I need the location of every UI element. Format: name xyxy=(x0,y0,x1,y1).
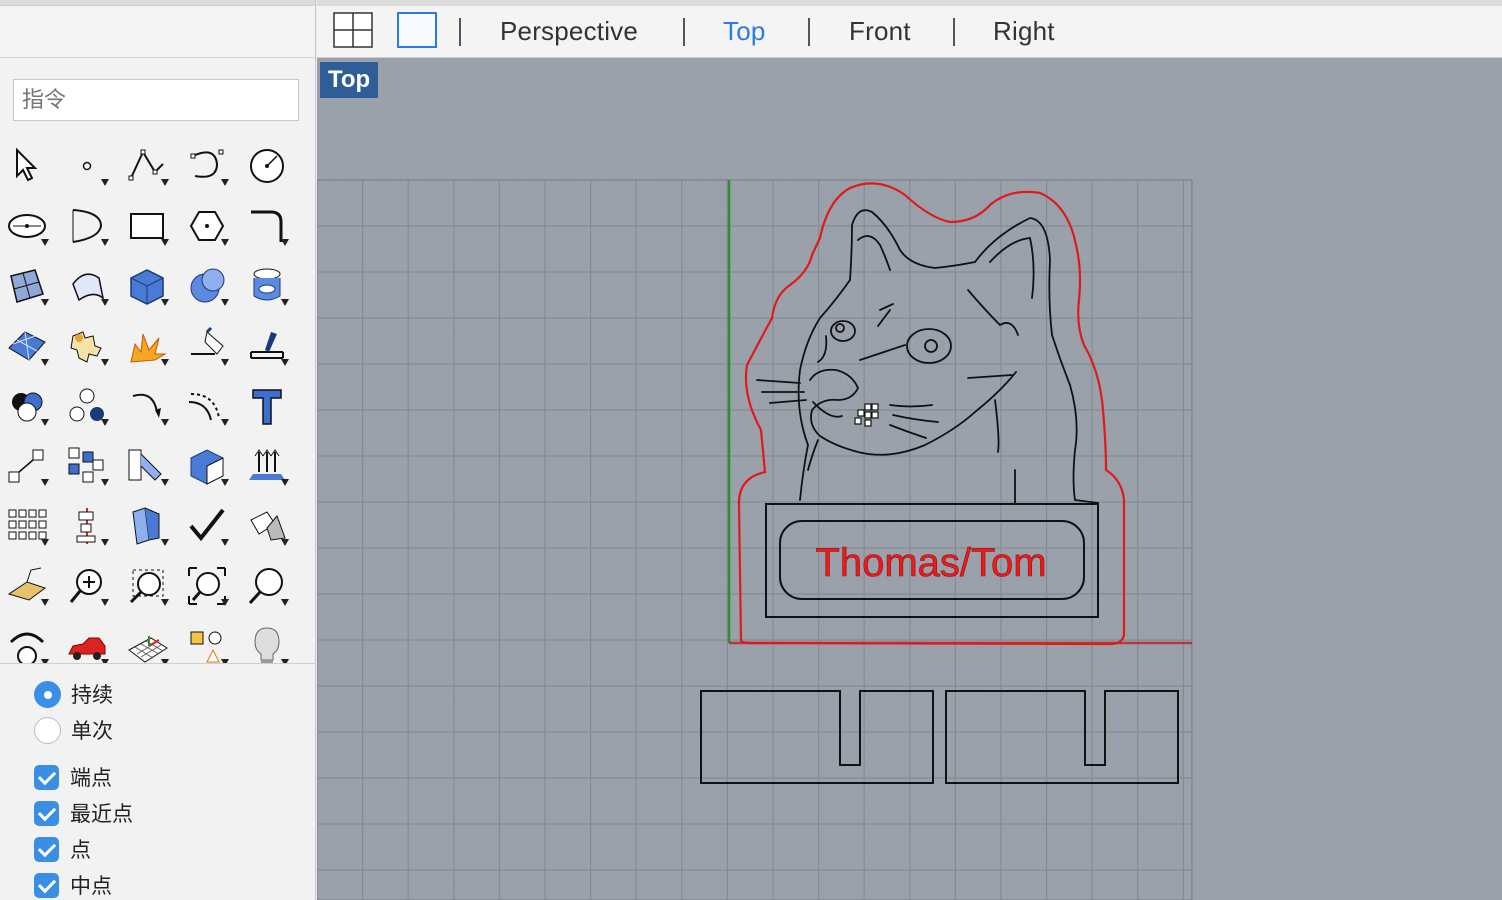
zoom-icon[interactable] xyxy=(243,562,291,610)
osnap-mid[interactable]: 中点 xyxy=(34,870,112,900)
scale-icon[interactable] xyxy=(3,442,51,490)
shape-icon[interactable] xyxy=(183,622,231,663)
osnap-panel: 持续 单次 端点 最近点 点 中点 xyxy=(0,665,316,900)
osnap-once-option[interactable]: 单次 xyxy=(34,715,113,745)
text-icon[interactable] xyxy=(243,382,291,430)
rotate-view-icon[interactable] xyxy=(3,622,51,663)
offset-arc-icon[interactable] xyxy=(183,382,231,430)
osnap-once-label: 单次 xyxy=(71,719,113,743)
split-icon[interactable] xyxy=(243,322,291,370)
box-icon[interactable] xyxy=(123,262,171,310)
cylinder-icon[interactable] xyxy=(243,262,291,310)
surface-icon[interactable] xyxy=(63,262,111,310)
osnap-near[interactable]: 最近点 xyxy=(34,798,133,828)
arc-icon[interactable] xyxy=(63,202,111,250)
trim-icon[interactable] xyxy=(183,322,231,370)
explode-icon[interactable] xyxy=(123,322,171,370)
tab-right[interactable]: Right xyxy=(993,16,1055,47)
zoom-extents-icon[interactable] xyxy=(183,562,231,610)
ellipse-icon[interactable] xyxy=(3,202,51,250)
array-icon[interactable] xyxy=(63,442,111,490)
tab-top[interactable]: Top xyxy=(723,16,766,47)
polyline-icon[interactable] xyxy=(123,142,171,190)
analyze-icon[interactable] xyxy=(3,562,51,610)
solid-edit-icon[interactable] xyxy=(183,442,231,490)
select-arrow-icon[interactable] xyxy=(3,142,51,190)
point-icon[interactable] xyxy=(63,142,111,190)
car-render-icon[interactable] xyxy=(63,622,111,663)
offset-curve-icon[interactable] xyxy=(123,382,171,430)
checkbox-mid[interactable] xyxy=(34,872,59,898)
zoom-window-icon[interactable] xyxy=(123,562,171,610)
sidebar: 持续 单次 端点 最近点 点 中点 xyxy=(0,0,316,900)
polygon-icon[interactable] xyxy=(183,202,231,250)
single-viewport-icon[interactable] xyxy=(397,12,437,48)
transform-icon[interactable] xyxy=(123,442,171,490)
render-mesh-icon[interactable] xyxy=(243,502,291,550)
boolean-union-icon[interactable] xyxy=(3,382,51,430)
rectangle-icon[interactable] xyxy=(123,202,171,250)
sidebar-header xyxy=(0,6,315,58)
surface-from-points-icon[interactable] xyxy=(3,262,51,310)
osnap-point-label: 点 xyxy=(70,838,91,862)
flow-icon[interactable] xyxy=(243,442,291,490)
osnap-persistent-option[interactable]: 持续 xyxy=(34,679,113,709)
light-bulb-icon[interactable] xyxy=(243,622,291,663)
tab-separator xyxy=(683,18,685,46)
rhino-window: 持续 单次 端点 最近点 点 中点 xyxy=(0,0,1502,900)
osnap-end-label: 端点 xyxy=(70,766,112,790)
checkbox-point[interactable] xyxy=(34,836,59,862)
align-icon[interactable] xyxy=(63,502,111,550)
checkbox-near[interactable] xyxy=(34,800,59,826)
boolean-group-icon[interactable] xyxy=(63,382,111,430)
name-engraving-text[interactable]: Thomas/Tom xyxy=(815,541,1047,586)
radio-persistent[interactable] xyxy=(34,680,61,708)
checkbox-end[interactable] xyxy=(34,764,59,790)
viewport-tab-bar: Perspective Top Front Right xyxy=(317,0,1502,58)
command-input[interactable] xyxy=(13,79,299,121)
tool-palette xyxy=(0,132,316,664)
osnap-persistent-label: 持续 xyxy=(71,683,113,707)
tab-front[interactable]: Front xyxy=(849,16,911,47)
four-viewports-icon[interactable] xyxy=(333,12,373,48)
radio-once[interactable] xyxy=(34,716,61,744)
check-icon[interactable] xyxy=(183,502,231,550)
osnap-mid-label: 中点 xyxy=(70,874,112,898)
zoom-in-icon[interactable] xyxy=(63,562,111,610)
circle-icon[interactable] xyxy=(243,142,291,190)
extrude-puzzle-icon[interactable] xyxy=(63,322,111,370)
osnap-near-label: 最近点 xyxy=(70,802,133,826)
tab-separator xyxy=(953,18,955,46)
top-viewport[interactable]: Thomas/Tom Top xyxy=(317,58,1502,900)
shell-icon[interactable] xyxy=(123,502,171,550)
sphere-icon[interactable] xyxy=(183,262,231,310)
osnap-end[interactable]: 端点 xyxy=(34,762,112,792)
viewport-label[interactable]: Top xyxy=(320,62,379,98)
construction-grid xyxy=(317,179,1193,900)
tab-separator xyxy=(808,18,810,46)
fillet-curve-icon[interactable] xyxy=(243,202,291,250)
mesh-icon[interactable] xyxy=(3,322,51,370)
tab-perspective[interactable]: Perspective xyxy=(500,16,638,47)
grid-plane-icon[interactable] xyxy=(123,622,171,663)
array-grid-icon[interactable] xyxy=(3,502,51,550)
curve-icon[interactable] xyxy=(183,142,231,190)
osnap-point[interactable]: 点 xyxy=(34,834,91,864)
tab-separator xyxy=(459,18,461,46)
